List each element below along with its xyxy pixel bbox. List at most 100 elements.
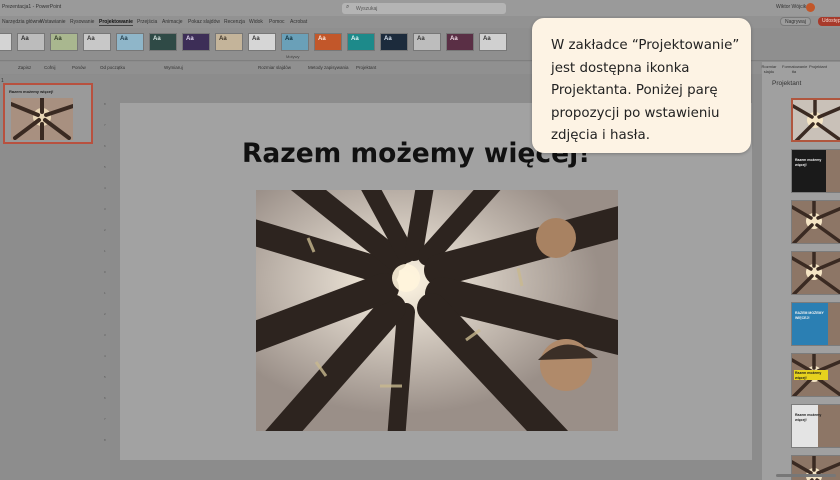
design-idea[interactable] [791,200,840,244]
theme-thumbnail[interactable]: Aa [83,33,111,51]
design-idea-text: RAZEM MOŻEMY WIĘCEJ! [795,311,824,320]
theme-thumbnail-label: Aa [483,36,491,42]
tab-draw[interactable]: Rysowanie [70,19,94,25]
undo-button[interactable]: Cofnij [44,65,56,70]
tab-insert[interactable]: Wstawianie [40,19,66,25]
ruler-tick-label: 6 [104,144,106,148]
ruler-tick-label: 3 [104,333,106,337]
design-idea[interactable]: Razem możemy więcej! [791,353,840,397]
theme-thumbnail-label: Aa [54,36,62,42]
record-button[interactable]: Nagrywaj [780,17,811,26]
ruler-tick-label: 2 [104,312,106,316]
slide-thumbnail-title: Razem możemy więcej! [9,89,54,94]
tab-slideshow[interactable]: Pokaz slajdów [188,19,220,25]
ruler-tick-label: 0 [104,270,106,274]
tab-design[interactable]: Projektowanie [99,19,133,26]
user-name[interactable]: Wiktor Wójcik [776,4,806,10]
theme-thumbnail-label: Aa [120,36,128,42]
slides-panel: 1 Razem możemy więcej! [0,75,110,480]
search-icon: ⌕ [346,4,350,10]
tab-acrobat[interactable]: Acrobat [290,19,307,25]
theme-thumbnail[interactable]: Aa [182,33,210,51]
theme-thumbnail[interactable]: Aa [0,33,12,51]
theme-thumbnail[interactable]: Aa [314,33,342,51]
tab-help[interactable]: Pomoc [269,19,285,25]
designer-button[interactable]: Projektant [806,64,830,69]
theme-thumbnail-label: Aa [285,36,293,42]
save-methods-button[interactable]: Metody zapisywania [308,65,349,70]
instruction-callout: W zakładce “Projektowanie” jest dostępna… [532,18,751,153]
ruler-tick-label: 1 [104,249,106,253]
ruler-tick-label: 1 [104,291,106,295]
theme-thumbnail-label: Aa [351,36,359,42]
design-idea-text: Razem możemy więcej! [795,413,822,422]
ruler-tick-label: 3 [104,207,106,211]
tab-animations[interactable]: Animacje [162,19,183,25]
designer-title: Projektant [772,80,802,87]
slide-size-panel-button[interactable]: Rozmiar slajdu [758,64,780,74]
ruler-tick-label: 8 [104,438,106,442]
redo-button[interactable]: Ponów [72,65,86,70]
ruler-tick-label: 2 [104,228,106,232]
theme-group-label: Motywy [286,54,300,59]
theme-thumbnail-label: Aa [384,36,392,42]
from-beginning-button[interactable]: Od początku [100,65,125,70]
theme-thumbnail[interactable]: Aa [50,33,78,51]
designer-toolbar: Rozmiar slajdu Formatowanie tła Projekta… [762,62,840,74]
slide-size-button[interactable]: Rozmiar slajdów [258,65,291,70]
slide-thumbnail-image [11,98,73,140]
theme-thumbnail-label: Aa [219,36,227,42]
search-placeholder: Wyszukaj [356,6,378,12]
design-idea[interactable] [791,251,840,295]
format-background-button[interactable]: Formatowanie tła [782,64,807,74]
slide-thumbnail[interactable]: Razem możemy więcej! [3,83,93,144]
window-title: Prezentacja1 - PowerPoint [2,4,62,10]
search-input[interactable]: ⌕ Wyszukaj [342,3,506,14]
designer-scrollbar[interactable] [776,474,836,477]
theme-thumbnail[interactable]: Aa [446,33,474,51]
ruler-tick-label: 8 [104,102,106,106]
ruler-tick-label: 6 [104,396,106,400]
ruler-tick-label: 5 [104,375,106,379]
theme-thumbnail-label: Aa [417,36,425,42]
ruler-tick-label: 4 [104,186,106,190]
theme-thumbnail-label: Aa [153,36,161,42]
design-idea[interactable]: RAZEM MOŻEMY WIĘCEJ! [791,302,840,346]
design-idea[interactable] [791,98,840,142]
theme-thumbnail-label: Aa [186,36,194,42]
theme-thumbnail[interactable]: Aa [17,33,45,51]
ruler-tick-label: 7 [104,123,106,127]
slide-photo[interactable] [256,190,618,431]
ruler-tick-label: 4 [104,354,106,358]
theme-thumbnail-label: Aa [318,36,326,42]
designer-panel: Rozmiar slajdu Formatowanie tła Projekta… [762,62,840,480]
theme-thumbnail[interactable]: Aa [479,33,507,51]
ruler-tick-label: 5 [104,165,106,169]
dimension-button[interactable]: Wymiaruj [164,65,183,70]
design-idea-text: Razem możemy więcej! [795,371,822,380]
theme-thumbnail[interactable]: Aa [347,33,375,51]
theme-thumbnail[interactable]: Aa [149,33,177,51]
theme-thumbnail[interactable]: Aa [215,33,243,51]
theme-thumbnail[interactable]: Aa [413,33,441,51]
save-button[interactable]: Zapisz [18,65,31,70]
theme-thumbnail[interactable]: Aa [380,33,408,51]
share-button[interactable]: Udostępnij [818,17,840,26]
tab-transitions[interactable]: Przejścia [137,19,157,25]
theme-thumbnail[interactable]: Aa [281,33,309,51]
theme-thumbnail-label: Aa [450,36,458,42]
design-idea[interactable]: Razem możemy więcej! [791,149,840,193]
theme-thumbnail-label: Aa [252,36,260,42]
callout-text: W zakładce “Projektowanie” jest dostępna… [551,38,740,144]
theme-thumbnail-label: Aa [21,36,29,42]
theme-thumbnail[interactable]: Aa [116,33,144,51]
theme-thumbnail-label: Aa [87,36,95,42]
tab-home[interactable]: Narzędzia główne [2,19,42,25]
avatar[interactable] [806,3,815,12]
designer-quick-button[interactable]: Projektant [356,65,376,70]
vertical-ruler: 8 7 6 5 4 3 2 1 0 1 2 3 4 5 6 7 8 [100,102,108,462]
tab-review[interactable]: Recenzja [224,19,245,25]
design-idea[interactable]: Razem możemy więcej! [791,404,840,448]
tab-view[interactable]: Widok [249,19,263,25]
theme-thumbnail[interactable]: Aa [248,33,276,51]
